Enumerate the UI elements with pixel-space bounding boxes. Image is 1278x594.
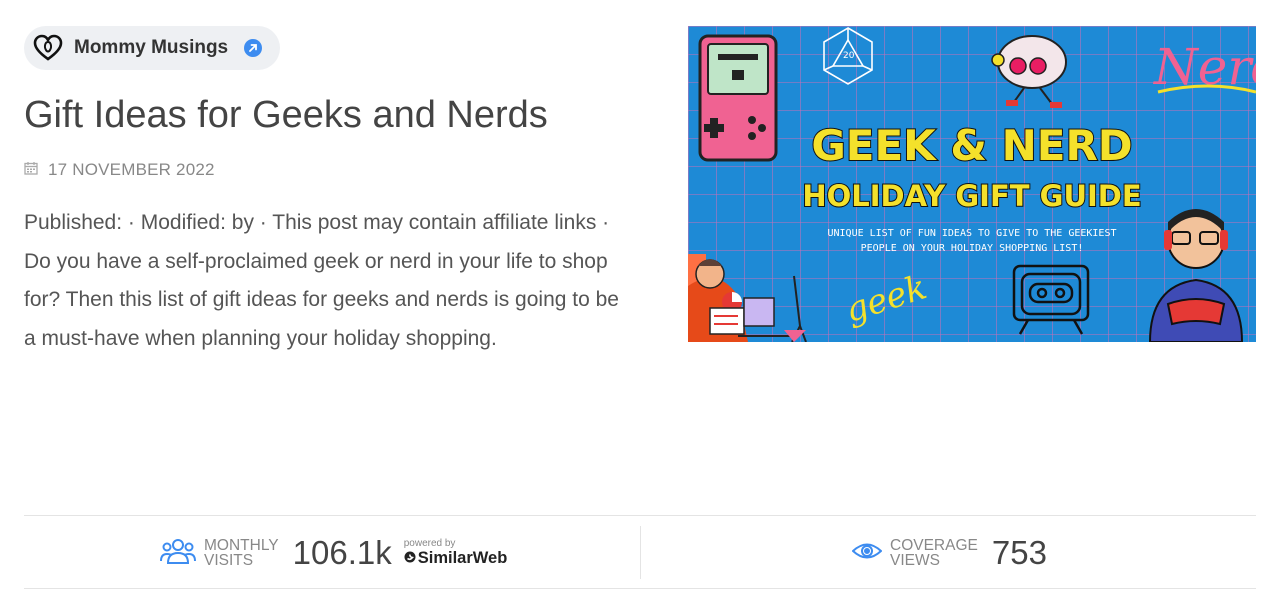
hero-tagline-2: PEOPLE ON YOUR HOLIDAY SHOPPING LIST! (861, 243, 1084, 254)
game-console-icon (698, 34, 778, 162)
hero-image[interactable]: 20 Nerd GEEK & NERD HOLIDAY GIFT GUIDE U… (688, 26, 1256, 342)
users-icon (160, 537, 196, 570)
eye-icon (851, 541, 883, 566)
stats-bottom-divider (24, 588, 1256, 589)
dice-number: 20 (843, 51, 855, 61)
similarweb-brand: SimilarWeb (417, 549, 508, 567)
date-row: 17 NOVEMBER 2022 (24, 160, 215, 180)
stats-top-divider (24, 515, 1256, 516)
hero-headline: GEEK & NERD (811, 121, 1132, 170)
source-name[interactable]: Mommy Musings (74, 37, 228, 59)
coverage-views-value: 753 (991, 534, 1047, 571)
monthly-visits-label: MONTHLY VISITS (204, 537, 279, 569)
heart-logo-icon (32, 32, 64, 64)
coverage-views-label: COVERAGE VIEWS (890, 537, 978, 569)
monthly-visits-stat: MONTHLY VISITS 106.1k powered by Similar… (160, 528, 507, 578)
article-excerpt: Published: · Modified: by · This post ma… (24, 211, 619, 350)
similarweb-logo-icon (404, 549, 416, 567)
hero-subheadline: HOLIDAY GIFT GUIDE (802, 179, 1141, 213)
stats-center-divider (640, 526, 641, 579)
hero-tagline-1: UNIQUE LIST OF FUN IDEAS TO GIVE TO THE … (828, 228, 1117, 239)
article-title[interactable]: Gift Ideas for Geeks and Nerds (24, 94, 548, 137)
article-date: 17 NOVEMBER 2022 (48, 160, 215, 179)
calendar-icon (24, 160, 38, 180)
similarweb-badge[interactable]: powered by SimilarWeb (403, 538, 508, 568)
powered-by-text: powered by (403, 538, 456, 549)
monthly-visits-value: 106.1k (292, 534, 392, 571)
source-pill[interactable]: Mommy Musings (24, 26, 281, 70)
coverage-views-stat: COVERAGE VIEWS 753 (851, 528, 1047, 578)
external-arrow-icon[interactable] (244, 39, 263, 57)
